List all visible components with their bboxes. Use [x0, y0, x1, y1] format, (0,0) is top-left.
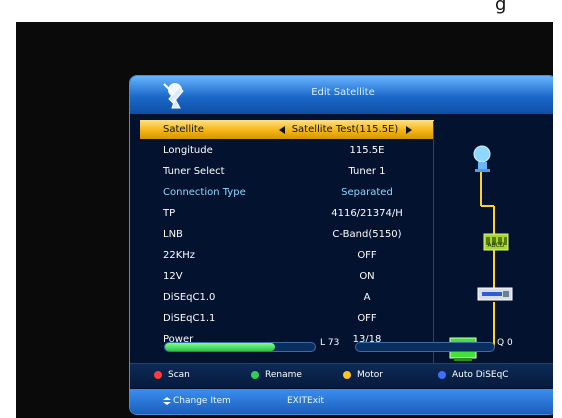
vertical-divider — [433, 121, 434, 371]
quality-text: Q 0 — [497, 338, 513, 348]
footer-nav: Change Item EXITExit — [130, 389, 553, 414]
row-value: A — [363, 292, 371, 303]
footer-keys: Scan Rename Motor Auto DiSEqC — [130, 363, 553, 388]
row-tp[interactable]: TP 4116/21374/H — [140, 204, 434, 223]
row-label: TP — [163, 208, 176, 219]
row-label: 12V — [163, 271, 183, 282]
change-item-hint: Change Item — [163, 396, 231, 406]
row-connection-type[interactable]: Connection Type Separated — [140, 183, 434, 202]
blue-button-icon — [438, 370, 446, 379]
row-22khz[interactable]: 22KHz OFF — [140, 246, 434, 265]
red-button-icon — [154, 370, 162, 379]
row-longitude[interactable]: Longitude 115.5E — [140, 141, 434, 160]
row-label: LNB — [163, 229, 183, 240]
row-value: OFF — [357, 313, 377, 324]
updown-arrow-icon — [163, 396, 171, 405]
page-title: Edit Satellite — [311, 87, 375, 98]
row-value: Separated — [341, 187, 393, 198]
motor-button[interactable]: Motor — [343, 370, 383, 380]
level-text: L 73 — [320, 338, 340, 348]
row-value: 4116/21374/H — [331, 208, 403, 219]
row-lnb[interactable]: LNB C-Band(5150) — [140, 225, 434, 244]
green-button-icon — [251, 370, 259, 379]
scan-label: Scan — [168, 370, 190, 380]
top-text: g — [495, 0, 508, 15]
top-strip: g — [0, 0, 562, 22]
row-value: Tuner 1 — [348, 166, 386, 177]
rename-label: Rename — [265, 370, 302, 380]
auto-diseqc-label: Auto DiSEqC — [452, 370, 509, 380]
panel-header: Edit Satellite — [130, 76, 553, 114]
exit-hint: EXITExit — [287, 396, 325, 406]
row-value: 115.5E — [349, 145, 385, 156]
row-tuner-select[interactable]: Tuner Select Tuner 1 — [140, 162, 434, 181]
screen-background: Edit Satellite Satellite Satellite Test(… — [16, 22, 553, 418]
arrow-left-icon[interactable] — [279, 126, 285, 134]
row-value: C-Band(5150) — [332, 229, 402, 240]
level-fill — [165, 343, 275, 351]
row-value: ON — [359, 271, 375, 282]
settings-list: Satellite Satellite Test(115.5E) Longitu… — [140, 120, 434, 372]
change-item-label: Change Item — [173, 396, 231, 406]
row-12v[interactable]: 12V ON — [140, 267, 434, 286]
row-label: Connection Type — [163, 187, 246, 198]
row-diseqc11[interactable]: DiSEqC1.1 OFF — [140, 309, 434, 328]
quality-bar — [355, 342, 495, 352]
row-diseqc10[interactable]: DiSEqC1.0 A — [140, 288, 434, 307]
row-label: 22KHz — [163, 250, 196, 261]
row-satellite[interactable]: Satellite Satellite Test(115.5E) — [140, 120, 434, 139]
scan-button[interactable]: Scan — [154, 370, 190, 380]
motor-label: Motor — [357, 370, 384, 380]
satellite-dish-icon — [473, 145, 491, 172]
yellow-button-icon — [343, 370, 351, 379]
rename-button[interactable]: Rename — [251, 370, 302, 380]
switch-label: ABCD — [488, 242, 505, 249]
row-label: Tuner Select — [163, 166, 225, 177]
row-value: OFF — [357, 250, 377, 261]
auto-diseqc-button[interactable]: Auto DiSEqC — [438, 370, 509, 380]
row-label: DiSEqC1.1 — [163, 313, 216, 324]
row-value: Satellite Test(115.5E) — [291, 124, 399, 135]
row-label: Longitude — [163, 145, 213, 156]
row-label: DiSEqC1.0 — [163, 292, 216, 303]
arrow-right-icon[interactable] — [406, 126, 412, 134]
edit-satellite-panel: Edit Satellite Satellite Satellite Test(… — [129, 75, 553, 415]
level-bar — [164, 342, 316, 352]
row-label: Satellite — [163, 124, 204, 135]
diseqc-switch-icon: ABCD — [483, 233, 509, 251]
lnb-cable-icon — [477, 287, 513, 301]
